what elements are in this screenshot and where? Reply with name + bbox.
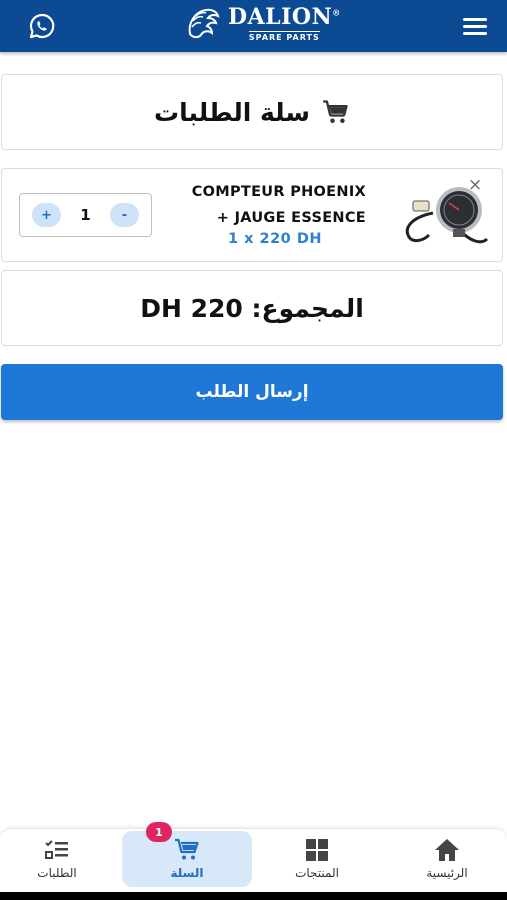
checklist-icon [45,840,68,859]
brand-tagline: SPARE PARTS [248,31,320,42]
brand-registered-mark: ® [332,7,341,18]
brand-name: DALION [228,4,333,30]
hamburger-menu-icon[interactable] [463,11,493,41]
system-bottom-bar [0,892,507,900]
nav-label-orders: الطلبات [37,866,77,880]
decrease-quantity-button[interactable]: - [110,203,139,227]
cart-item: × COMPTEUR PHOENIX + JAUGE ESSENCE 1 x 2… [1,168,503,262]
total-card: المجموع: 220 DH [1,270,503,346]
home-icon [435,839,459,861]
nav-label-products: المنتجات [295,866,339,880]
nav-label-cart: السلة [170,866,204,880]
nav-item-orders[interactable]: الطلبات [0,831,122,887]
quantity-value: 1 [80,206,91,224]
lion-logo-icon [188,8,220,39]
increase-quantity-button[interactable]: + [32,203,61,227]
item-name-line1: COMPTEUR PHOENIX [191,184,366,200]
brand-text: DALION® SPARE PARTS [228,6,341,42]
page-title: سلة الطلبات [154,97,310,127]
remove-item-icon[interactable]: × [468,177,482,194]
cart-icon [175,838,199,860]
app-header: DALION® SPARE PARTS [0,0,507,52]
total-amount: المجموع: 220 DH [140,293,364,323]
brand-logo[interactable]: DALION® SPARE PARTS [184,4,341,44]
cart-icon [323,100,348,123]
item-name: COMPTEUR PHOENIX + JAUGE ESSENCE [192,179,366,231]
whatsapp-icon[interactable] [26,10,58,42]
nav-item-home[interactable]: الرئيسية [382,831,507,887]
grid-icon [306,839,328,861]
nav-item-products[interactable]: المنتجات [252,831,382,887]
cart-count-badge: 1 [146,822,172,842]
quantity-stepper: + 1 - [19,193,152,237]
submit-order-button[interactable]: إرسال الطلب [1,364,503,420]
nav-item-cart[interactable]: 1 السلة [122,822,252,887]
item-name-line2: + JAUGE ESSENCE [216,210,366,226]
item-price: 1 x 220 DH [227,231,322,247]
nav-label-home: الرئيسية [426,866,468,880]
cart-title-card: سلة الطلبات [1,74,503,150]
bottom-navigation: الطلبات 1 السلة المنتجات الرئيسية [0,822,507,892]
